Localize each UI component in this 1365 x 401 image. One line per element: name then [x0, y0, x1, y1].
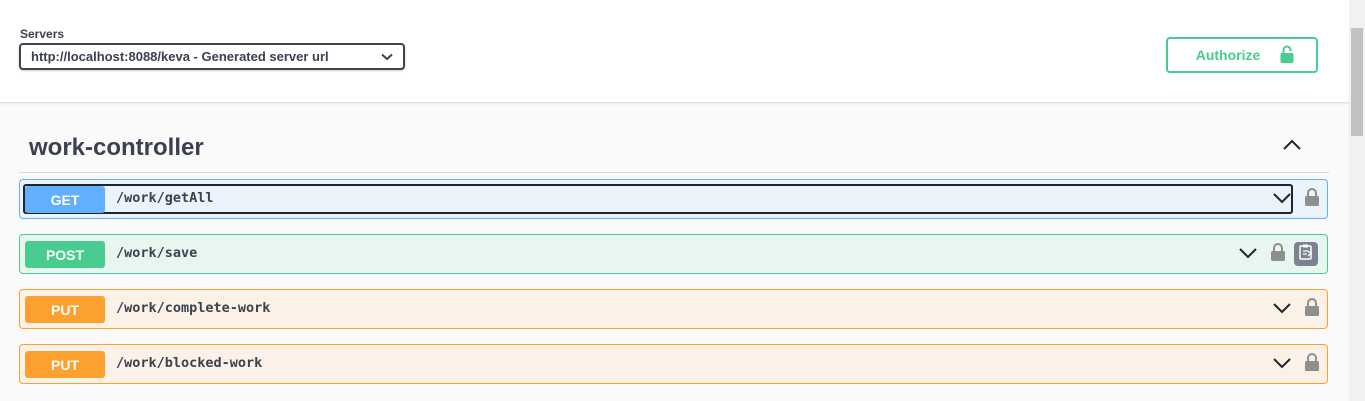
method-badge: POST — [25, 241, 105, 268]
chevron-down-icon[interactable] — [1272, 191, 1292, 210]
operation-get-work-getall[interactable]: GET /work/getAll — [19, 179, 1328, 219]
lock-icon[interactable] — [1304, 353, 1320, 376]
chevron-down-icon[interactable] — [1272, 301, 1292, 320]
tag-title: work-controller — [29, 134, 204, 161]
authorize-button[interactable]: Authorize — [1166, 37, 1318, 73]
operation-path: /work/save — [116, 245, 198, 261]
clipboard-icon — [1299, 244, 1313, 265]
operation-path: /work/getAll — [116, 190, 214, 206]
top-bar: Servers http://localhost:8088/keva - Gen… — [0, 0, 1349, 103]
server-select-value: http://localhost:8088/keva - Generated s… — [31, 49, 329, 64]
operation-path: /work/blocked-work — [116, 355, 263, 371]
authorize-label: Authorize — [1195, 47, 1261, 63]
server-select[interactable]: http://localhost:8088/keva - Generated s… — [19, 43, 405, 70]
lock-icon[interactable] — [1304, 298, 1320, 321]
chevron-down-icon — [381, 53, 393, 61]
unlock-icon — [1280, 45, 1294, 66]
scrollbar-thumb[interactable] — [1351, 28, 1363, 136]
chevron-up-icon[interactable] — [1283, 138, 1301, 156]
chevron-down-icon[interactable] — [1272, 356, 1292, 375]
operation-post-work-save[interactable]: POST /work/save — [19, 234, 1328, 274]
lock-icon[interactable] — [1304, 188, 1320, 211]
copy-to-clipboard-button[interactable] — [1294, 242, 1318, 266]
servers-label: Servers — [20, 27, 65, 41]
operation-put-work-complete-work[interactable]: PUT /work/complete-work — [19, 289, 1328, 329]
chevron-down-icon[interactable] — [1238, 246, 1258, 265]
operation-put-work-blocked-work[interactable]: PUT /work/blocked-work — [19, 344, 1328, 384]
method-badge: PUT — [25, 296, 105, 323]
tag-section-header[interactable]: work-controller — [19, 124, 1329, 173]
operation-path: /work/complete-work — [116, 300, 271, 316]
method-badge: GET — [25, 186, 105, 213]
lock-icon[interactable] — [1270, 243, 1286, 266]
method-badge: PUT — [25, 351, 105, 378]
